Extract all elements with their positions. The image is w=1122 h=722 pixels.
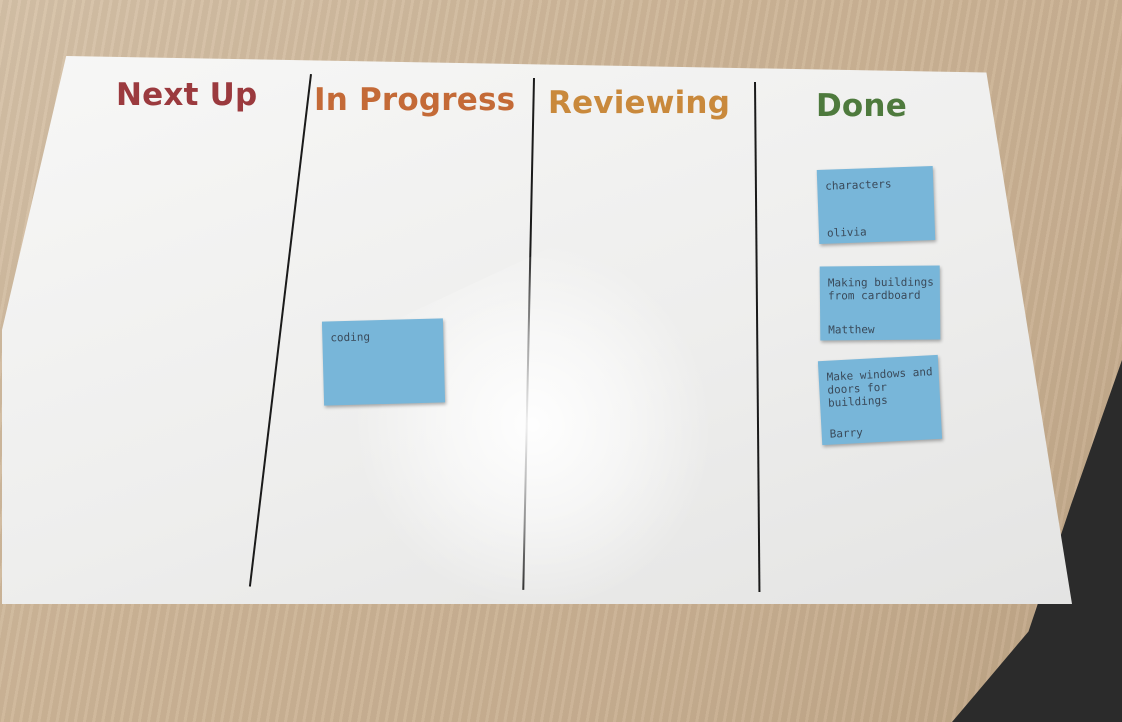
column-header-next-up: Next Up — [116, 77, 258, 113]
note-text: coding — [330, 330, 371, 345]
note-text: characters — [825, 177, 892, 193]
note-text: Make windows and doors for buildings — [826, 365, 933, 410]
note-assignee: olivia — [826, 225, 867, 240]
note-assignee: Matthew — [828, 323, 875, 337]
note-assignee: Barry — [829, 425, 864, 441]
column-header-reviewing: Reviewing — [548, 85, 731, 121]
sticky-note-windows[interactable]: Make windows and doors for buildings Bar… — [817, 354, 943, 446]
sticky-note-characters[interactable]: characters olivia — [816, 165, 936, 245]
sticky-note-coding[interactable]: coding — [321, 318, 446, 406]
column-header-in-progress: In Progress — [314, 82, 516, 118]
sticky-note-buildings[interactable]: Making buildings from cardboard Matthew — [819, 265, 941, 341]
note-text: Making buildings from cardboard — [827, 275, 934, 303]
column-header-done: Done — [816, 88, 907, 124]
